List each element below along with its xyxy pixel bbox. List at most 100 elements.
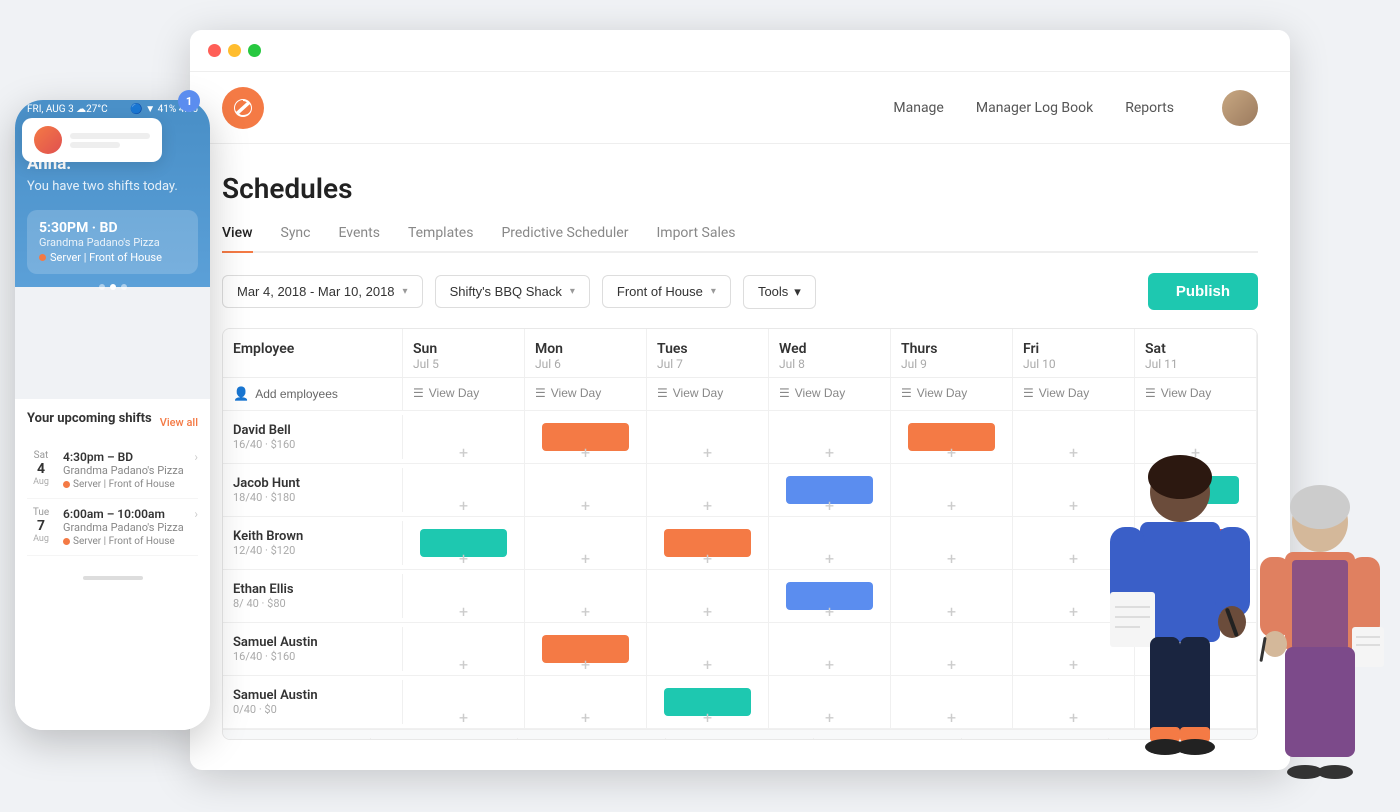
shift-cell-2-0[interactable]: + — [403, 517, 525, 569]
nav-manager-log-book[interactable]: Manager Log Book — [976, 100, 1093, 116]
shift-cell-3-5[interactable]: + — [1013, 570, 1135, 622]
close-dot[interactable] — [208, 44, 221, 57]
add-shift-button[interactable]: + — [703, 657, 712, 673]
add-shift-button[interactable]: + — [703, 710, 712, 726]
shift-cell-4-4[interactable]: + — [891, 623, 1013, 675]
add-shift-button[interactable]: + — [1069, 551, 1078, 567]
add-shift-button[interactable]: + — [1191, 710, 1200, 726]
shift-cell-5-6[interactable]: + — [1135, 676, 1257, 728]
shift-cell-2-4[interactable]: + — [891, 517, 1013, 569]
add-shift-button[interactable]: + — [825, 710, 834, 726]
shift-cell-4-6[interactable]: + — [1135, 623, 1257, 675]
view-day-button-wed[interactable]: ☰ View Day — [779, 386, 845, 400]
add-shift-button[interactable]: + — [1069, 710, 1078, 726]
shift-cell-4-1[interactable]: + — [525, 623, 647, 675]
add-shift-button[interactable]: + — [825, 498, 834, 514]
shift-cell-2-3[interactable]: + — [769, 517, 891, 569]
department-dropdown[interactable]: Front of House ▾ — [602, 275, 731, 308]
add-shift-button[interactable]: + — [703, 498, 712, 514]
tab-import-sales[interactable]: Import Sales — [656, 225, 735, 253]
view-day-button-thurs[interactable]: ☰ View Day — [901, 386, 967, 400]
view-day-button-fri[interactable]: ☰ View Day — [1023, 386, 1089, 400]
shift-cell-0-5[interactable]: + — [1013, 411, 1135, 463]
shift-cell-2-6[interactable]: + — [1135, 517, 1257, 569]
shift-cell-5-4[interactable]: + — [891, 676, 1013, 728]
shift-cell-3-3[interactable]: + — [769, 570, 891, 622]
avatar[interactable] — [1222, 90, 1258, 126]
shift-cell-4-2[interactable]: + — [647, 623, 769, 675]
add-shift-button[interactable]: + — [825, 445, 834, 461]
add-shift-button[interactable]: + — [581, 604, 590, 620]
tab-templates[interactable]: Templates — [408, 225, 474, 253]
shift-cell-0-0[interactable]: + — [403, 411, 525, 463]
fullscreen-dot[interactable] — [248, 44, 261, 57]
add-employees-button[interactable]: 👤 Add employees — [233, 386, 338, 402]
shift-cell-0-2[interactable]: + — [647, 411, 769, 463]
add-shift-button[interactable]: + — [1069, 498, 1078, 514]
date-range-dropdown[interactable]: Mar 4, 2018 - Mar 10, 2018 ▾ — [222, 275, 423, 308]
add-shift-button[interactable]: + — [581, 710, 590, 726]
add-shift-button[interactable]: + — [581, 445, 590, 461]
add-shift-button[interactable]: + — [947, 604, 956, 620]
shift-cell-0-6[interactable]: + — [1135, 411, 1257, 463]
add-shift-button[interactable]: + — [947, 657, 956, 673]
shift-cell-5-2[interactable]: + — [647, 676, 769, 728]
shift-cell-1-5[interactable]: + — [1013, 464, 1135, 516]
add-shift-button[interactable]: + — [459, 498, 468, 514]
add-shift-button[interactable]: + — [703, 604, 712, 620]
shift-cell-3-2[interactable]: + — [647, 570, 769, 622]
add-shift-button[interactable]: + — [459, 445, 468, 461]
add-shift-button[interactable]: + — [703, 445, 712, 461]
add-shift-button[interactable]: + — [459, 604, 468, 620]
add-shift-button[interactable]: + — [947, 551, 956, 567]
shift-cell-4-3[interactable]: + — [769, 623, 891, 675]
view-day-button-mon[interactable]: ☰ View Day — [535, 386, 601, 400]
shift-cell-1-2[interactable]: + — [647, 464, 769, 516]
add-shift-button[interactable]: + — [581, 551, 590, 567]
add-shift-button[interactable]: + — [1069, 657, 1078, 673]
add-shift-button[interactable]: + — [947, 710, 956, 726]
tab-predictive-scheduler[interactable]: Predictive Scheduler — [501, 225, 628, 253]
add-shift-button[interactable]: + — [947, 498, 956, 514]
add-shift-button[interactable]: + — [1069, 604, 1078, 620]
add-shift-button[interactable]: + — [1191, 445, 1200, 461]
add-shift-button[interactable]: + — [703, 551, 712, 567]
nav-manage[interactable]: Manage — [893, 100, 943, 116]
add-shift-button[interactable]: + — [825, 657, 834, 673]
tab-events[interactable]: Events — [339, 225, 380, 253]
shift-cell-0-3[interactable]: + — [769, 411, 891, 463]
add-shift-button[interactable]: + — [459, 551, 468, 567]
shift-cell-3-6[interactable]: + — [1135, 570, 1257, 622]
minimize-dot[interactable] — [228, 44, 241, 57]
view-day-button-sun[interactable]: ☰ View Day — [413, 386, 479, 400]
shift-cell-2-2[interactable]: + — [647, 517, 769, 569]
add-shift-button[interactable]: + — [1191, 604, 1200, 620]
add-shift-button[interactable]: + — [947, 445, 956, 461]
view-day-button-tues[interactable]: ☰ View Day — [657, 386, 723, 400]
nav-reports[interactable]: Reports — [1125, 100, 1174, 116]
shift-cell-2-5[interactable]: + — [1013, 517, 1135, 569]
shift-cell-0-4[interactable]: + — [891, 411, 1013, 463]
shift-cell-3-0[interactable]: + — [403, 570, 525, 622]
shift-cell-5-1[interactable]: + — [525, 676, 647, 728]
add-shift-button[interactable]: + — [825, 604, 834, 620]
add-shift-button[interactable]: + — [581, 657, 590, 673]
add-shift-button[interactable]: + — [459, 657, 468, 673]
add-shift-button[interactable]: + — [1069, 445, 1078, 461]
shift-cell-5-0[interactable]: + — [403, 676, 525, 728]
add-shift-button[interactable]: + — [1191, 657, 1200, 673]
shift-cell-4-0[interactable]: + — [403, 623, 525, 675]
shift-cell-0-1[interactable]: + — [525, 411, 647, 463]
tab-view[interactable]: View — [222, 225, 253, 253]
add-shift-button[interactable]: + — [459, 710, 468, 726]
shift-cell-1-4[interactable]: + — [891, 464, 1013, 516]
shift-cell-4-5[interactable]: + — [1013, 623, 1135, 675]
tools-dropdown[interactable]: Tools ▾ — [743, 275, 816, 309]
tab-sync[interactable]: Sync — [281, 225, 311, 253]
add-shift-button[interactable]: + — [581, 498, 590, 514]
add-shift-button[interactable]: + — [1191, 498, 1200, 514]
shift-cell-1-0[interactable]: + — [403, 464, 525, 516]
shift-cell-3-4[interactable]: + — [891, 570, 1013, 622]
add-shift-button[interactable]: + — [825, 551, 834, 567]
shift-cell-2-1[interactable]: + — [525, 517, 647, 569]
